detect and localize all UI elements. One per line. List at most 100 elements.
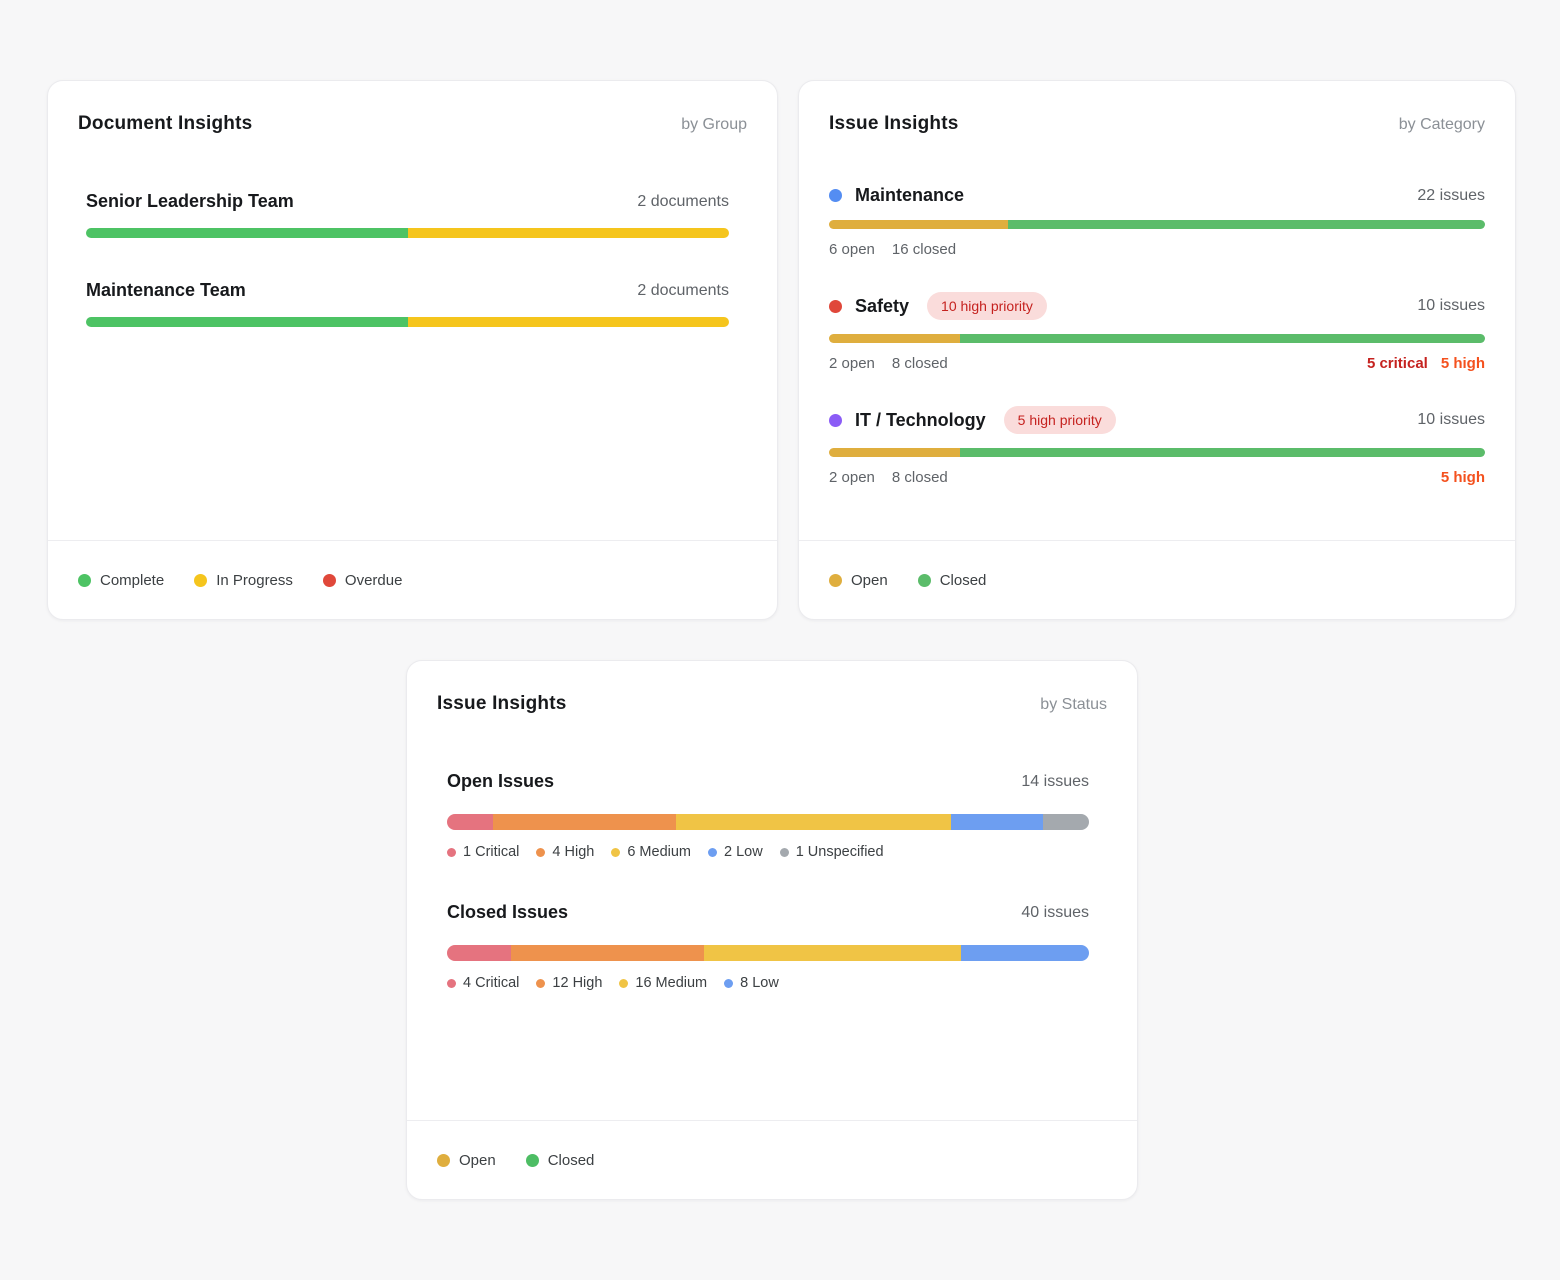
legend-dot-icon bbox=[323, 574, 336, 587]
bar-segment-in-progress bbox=[408, 228, 730, 238]
category-dot-icon bbox=[829, 300, 842, 313]
bar-segment-closed bbox=[960, 448, 1485, 457]
row-head: Open Issues14 issues bbox=[447, 771, 1089, 792]
severity-stats: 5 high bbox=[1441, 469, 1485, 486]
category-dot-icon bbox=[829, 414, 842, 427]
severity-dot-icon bbox=[536, 979, 545, 988]
group-name: Senior Leadership Team bbox=[86, 191, 294, 212]
bar-segment-low bbox=[951, 814, 1043, 830]
stat-value: 8 closed bbox=[892, 469, 948, 486]
severity-legend-label: 2 Low bbox=[724, 844, 763, 860]
card-header: Document Insights by Group bbox=[48, 81, 777, 135]
category-dot-icon bbox=[829, 189, 842, 202]
severity-stat: 5 critical bbox=[1367, 355, 1428, 372]
legend-label: Open bbox=[851, 572, 888, 589]
severity-legend-label: 4 High bbox=[552, 844, 594, 860]
row-head: Maintenance Team 2 documents bbox=[86, 280, 729, 301]
card-header: Issue Insights by Status bbox=[407, 661, 1137, 715]
card-subtitle: by Status bbox=[1040, 696, 1107, 714]
stat-value: 6 open bbox=[829, 241, 875, 258]
document-insights-card: Document Insights by Group Senior Leader… bbox=[47, 80, 778, 620]
bar-segment-closed bbox=[1008, 220, 1485, 229]
document-group-row: Maintenance Team 2 documents bbox=[86, 280, 729, 327]
status-section: Closed Issues40 issues 4 Critical 12 High 1… bbox=[447, 902, 1089, 991]
stat-value: 2 open bbox=[829, 355, 875, 372]
issue-count: 40 issues bbox=[1021, 904, 1089, 922]
bar-segment-critical bbox=[447, 814, 493, 830]
severity-dot-icon bbox=[447, 848, 456, 857]
open-closed-legend: Open Closed bbox=[407, 1120, 1137, 1199]
progress-bar bbox=[86, 228, 729, 238]
progress-bar bbox=[447, 945, 1089, 961]
severity-legend-item: 8 Low bbox=[724, 975, 779, 991]
document-rows: Senior Leadership Team2 documentsMainten… bbox=[48, 135, 777, 540]
card-title: Issue Insights bbox=[829, 113, 959, 135]
issue-category-row: Maintenance 22 issues 6 open16 closed bbox=[829, 185, 1485, 258]
card-subtitle: by Category bbox=[1399, 116, 1485, 134]
issue-count: 22 issues bbox=[1417, 187, 1485, 205]
group-name: Maintenance Team bbox=[86, 280, 246, 301]
severity-dot-icon bbox=[708, 848, 717, 857]
severity-legend-item: 1 Unspecified bbox=[780, 844, 884, 860]
severity-legend: 4 Critical 12 High 16 Medium 8 Low bbox=[447, 975, 1089, 991]
open-closed-stats: 6 open16 closed bbox=[829, 241, 956, 258]
severity-legend-item: 2 Low bbox=[708, 844, 763, 860]
issue-insights-by-category-card: Issue Insights by Category Maintenance 22… bbox=[798, 80, 1516, 620]
row-stats: 6 open16 closed bbox=[829, 241, 1485, 258]
legend-label: Overdue bbox=[345, 572, 403, 589]
stat-value: 2 open bbox=[829, 469, 875, 486]
severity-legend-item: 1 Critical bbox=[447, 844, 519, 860]
issue-category-row: IT / Technology5 high priority10 issues2… bbox=[829, 406, 1485, 486]
bar-segment-complete bbox=[86, 228, 408, 238]
progress-bar bbox=[829, 334, 1485, 343]
open-closed-stats: 2 open 8 closed bbox=[829, 469, 948, 486]
severity-dot-icon bbox=[536, 848, 545, 857]
legend-label: Closed bbox=[940, 572, 987, 589]
bar-segment-open bbox=[829, 334, 960, 343]
severity-legend-item: 12 High bbox=[536, 975, 602, 991]
row-head: Safety10 high priority10 issues bbox=[829, 292, 1485, 320]
legend-dot-icon bbox=[78, 574, 91, 587]
legend-dot-icon bbox=[918, 574, 931, 587]
high-priority-badge: 5 high priority bbox=[1004, 406, 1116, 434]
severity-stat: 5 high bbox=[1441, 469, 1485, 486]
severity-dot-icon bbox=[724, 979, 733, 988]
bar-segment-unspecified bbox=[1043, 814, 1089, 830]
severity-legend-item: 16 Medium bbox=[619, 975, 707, 991]
dashboard-canvas: Document Insights by Group Senior Leader… bbox=[0, 0, 1560, 1280]
card-title: Issue Insights bbox=[437, 693, 567, 715]
severity-legend-label: 4 Critical bbox=[463, 975, 519, 991]
open-closed-stats: 2 open8 closed bbox=[829, 355, 948, 372]
severity-legend-item: 6 Medium bbox=[611, 844, 691, 860]
legend-label: Complete bbox=[100, 572, 164, 589]
bar-segment-medium bbox=[704, 945, 961, 961]
bar-segment-complete bbox=[86, 317, 408, 327]
legend-item: Open bbox=[829, 572, 888, 589]
legend-item: Closed bbox=[526, 1152, 595, 1169]
bar-segment-open bbox=[829, 448, 960, 457]
row-head: IT / Technology5 high priority10 issues bbox=[829, 406, 1485, 434]
severity-stats: 5 critical5 high bbox=[1367, 355, 1485, 372]
issue-count: 10 issues bbox=[1417, 411, 1485, 429]
legend-label: Closed bbox=[548, 1152, 595, 1169]
document-count: 2 documents bbox=[637, 282, 729, 300]
legend-item: Open bbox=[437, 1152, 496, 1169]
severity-legend-item: 4 Critical bbox=[447, 975, 519, 991]
issue-insights-by-status-card: Issue Insights by Status Open Issues14 i… bbox=[406, 660, 1138, 1200]
severity-legend: 1 Critical 4 High 6 Medium 2 Low 1 Unspecifi… bbox=[447, 844, 1089, 860]
legend-item: In Progress bbox=[194, 572, 293, 589]
severity-legend-label: 1 Unspecified bbox=[796, 844, 884, 860]
card-title: Document Insights bbox=[78, 113, 252, 135]
legend-label: In Progress bbox=[216, 572, 293, 589]
progress-bar bbox=[86, 317, 729, 327]
progress-bar bbox=[829, 220, 1485, 229]
bar-segment-critical bbox=[447, 945, 511, 961]
row-head: Closed Issues40 issues bbox=[447, 902, 1089, 923]
category-label-group: Safety10 high priority bbox=[829, 292, 1047, 320]
bar-segment-in-progress bbox=[408, 317, 730, 327]
bar-segment-high bbox=[511, 945, 704, 961]
legend-dot-icon bbox=[194, 574, 207, 587]
progress-bar bbox=[447, 814, 1089, 830]
category-name: Maintenance bbox=[855, 185, 964, 206]
severity-dot-icon bbox=[447, 979, 456, 988]
